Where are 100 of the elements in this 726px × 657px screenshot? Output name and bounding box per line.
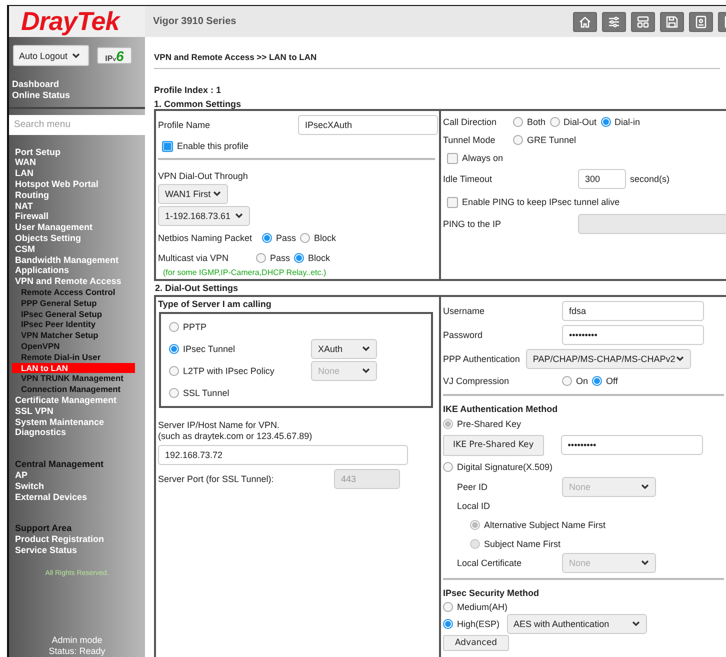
password-field[interactable]: ••••••••• xyxy=(562,325,704,345)
caret-icon xyxy=(632,620,640,626)
field-label: Local ID xyxy=(457,500,490,510)
submenu-item[interactable]: PPP General Setup xyxy=(12,298,135,309)
option-label: Alternative Subject Name First xyxy=(484,520,606,530)
notebook-button[interactable] xyxy=(689,12,713,32)
menu-item[interactable]: Routing xyxy=(12,190,145,201)
save-icon xyxy=(665,14,679,28)
radio-button[interactable] xyxy=(300,233,310,243)
menu-item[interactable]: Diagnostics xyxy=(12,427,145,438)
radio-button[interactable] xyxy=(513,117,523,127)
menu-item[interactable]: Certificate Management xyxy=(12,394,145,406)
menu-item[interactable]: Port Setup xyxy=(12,146,145,158)
checkbox[interactable] xyxy=(162,140,173,152)
submenu-item[interactable]: Remote Dial-in User xyxy=(12,352,135,363)
layout-icon xyxy=(636,14,650,28)
submenu-item[interactable]: VPN Matcher Setup xyxy=(12,330,135,341)
note-text: (for some IGMP,IP-Camera,DHCP Relay..etc.) xyxy=(162,268,328,277)
save-button[interactable] xyxy=(660,12,684,32)
field-label: Call Direction xyxy=(443,117,498,127)
radio-button[interactable] xyxy=(256,253,266,263)
menu-item[interactable]: System Maintenance xyxy=(12,416,145,428)
submenu-item[interactable]: LAN to LAN xyxy=(12,362,135,374)
radio-button[interactable] xyxy=(443,618,453,628)
menu-item[interactable]: VPN and Remote Access xyxy=(12,276,145,287)
section-heading: 1. Common Settings xyxy=(154,99,242,109)
submenu-item[interactable]: OpenVPN xyxy=(12,340,135,352)
submenu-item[interactable]: IPsec General Setup xyxy=(12,308,135,320)
menu-item[interactable]: WAN xyxy=(12,157,145,168)
field-label: Idle Timeout xyxy=(443,174,494,184)
field-label: Profile Name xyxy=(158,120,212,130)
caret-icon xyxy=(362,346,370,352)
input-field[interactable]: 300 xyxy=(578,169,626,189)
home-button[interactable] xyxy=(573,12,597,32)
field-label: Peer ID xyxy=(457,482,489,492)
field-label: PPP Authentication xyxy=(443,354,520,364)
layout-button[interactable] xyxy=(631,12,655,32)
input-field[interactable]: 192.168.73.72 xyxy=(158,445,408,465)
auto-logout-dropdown[interactable]: Auto Logout xyxy=(13,45,89,66)
radio-button[interactable] xyxy=(600,117,611,127)
menu-item[interactable]: External Devices xyxy=(12,492,145,502)
menu-item[interactable]: SSL VPN xyxy=(12,406,145,417)
field-label: (such as draytek.com or 123.45.67.89) xyxy=(158,431,314,442)
menu-item[interactable]: Dashboard xyxy=(12,79,145,90)
radio-button[interactable] xyxy=(443,602,453,612)
radio-button[interactable] xyxy=(169,388,179,398)
search-field[interactable]: Search menu xyxy=(9,114,145,135)
menu-item[interactable]: Hotspot Web Portal xyxy=(12,178,145,190)
radio-button[interactable] xyxy=(262,233,272,243)
radio-button[interactable] xyxy=(169,366,179,376)
menu-item[interactable]: Applications xyxy=(12,265,145,276)
group-heading: IPsec Security Method xyxy=(443,588,540,598)
menu-item[interactable]: LAN xyxy=(12,168,145,179)
menu-item[interactable]: AP xyxy=(12,470,145,481)
caret-icon xyxy=(641,484,649,490)
menu-item[interactable]: CSM xyxy=(12,244,145,255)
checkbox[interactable] xyxy=(447,196,458,208)
submenu-item[interactable]: IPsec Peer Identity xyxy=(12,319,135,330)
submenu-item[interactable]: VPN TRUNK Management xyxy=(12,373,135,384)
status-text: Status: Ready xyxy=(48,646,106,657)
home-icon xyxy=(578,14,592,28)
pre-shared-key-button[interactable]: IKE Pre-Shared Key xyxy=(443,434,544,456)
radio-button[interactable] xyxy=(513,135,523,145)
dropdown[interactable]: 1-192.168.73.61 xyxy=(158,206,250,226)
menu-item[interactable]: Bandwidth Management xyxy=(12,254,145,266)
menu-item[interactable]: Firewall xyxy=(12,211,145,222)
radio-button[interactable] xyxy=(443,462,453,472)
radio-button[interactable] xyxy=(562,376,572,386)
menu-item[interactable]: Product Registration xyxy=(12,534,145,545)
menu-item[interactable]: Switch xyxy=(12,480,145,492)
radio-button[interactable] xyxy=(169,344,179,354)
option-label: Block xyxy=(308,253,330,263)
field-label: Server IP/Host Name for VPN. xyxy=(158,420,281,431)
option-label: PPTP xyxy=(183,322,207,332)
input-field[interactable]: fdsa xyxy=(562,301,704,321)
sliders-button[interactable] xyxy=(602,12,626,32)
dropdown[interactable]: WAN1 First xyxy=(158,184,228,204)
status-text: Admin mode xyxy=(52,635,102,646)
sliders-icon xyxy=(607,14,621,28)
menu-item[interactable]: Service Status xyxy=(12,544,145,556)
option-label: Dial-in xyxy=(614,117,640,127)
menu-item[interactable]: NAT xyxy=(12,200,145,212)
radio-button[interactable] xyxy=(550,117,560,127)
checkbox[interactable] xyxy=(447,152,458,164)
field-label: second(s) xyxy=(630,174,670,184)
menu-item[interactable]: Objects Setting xyxy=(12,232,145,244)
dropdown[interactable]: XAuth xyxy=(311,339,377,359)
menu-item[interactable]: Online Status xyxy=(12,90,145,101)
radio-button[interactable] xyxy=(592,376,602,386)
radio-button[interactable] xyxy=(294,253,304,263)
submenu-item[interactable]: Remote Access Control xyxy=(12,286,135,298)
input-field[interactable]: IPsecXAuth xyxy=(298,115,438,135)
dropdown[interactable]: PAP/CHAP/MS-CHAP/MS-CHAPv2 xyxy=(526,349,691,369)
breadcrumb: VPN and Remote Access >> LAN to LAN xyxy=(154,37,720,69)
dropdown[interactable]: AES with Authentication xyxy=(506,614,647,634)
radio-button[interactable] xyxy=(169,322,179,332)
password-field[interactable]: ••••••••• xyxy=(560,435,703,455)
menu-item[interactable]: User Management xyxy=(12,222,145,233)
advanced-button[interactable]: Advanced xyxy=(443,635,509,651)
submenu-item[interactable]: Connection Management xyxy=(12,384,135,395)
